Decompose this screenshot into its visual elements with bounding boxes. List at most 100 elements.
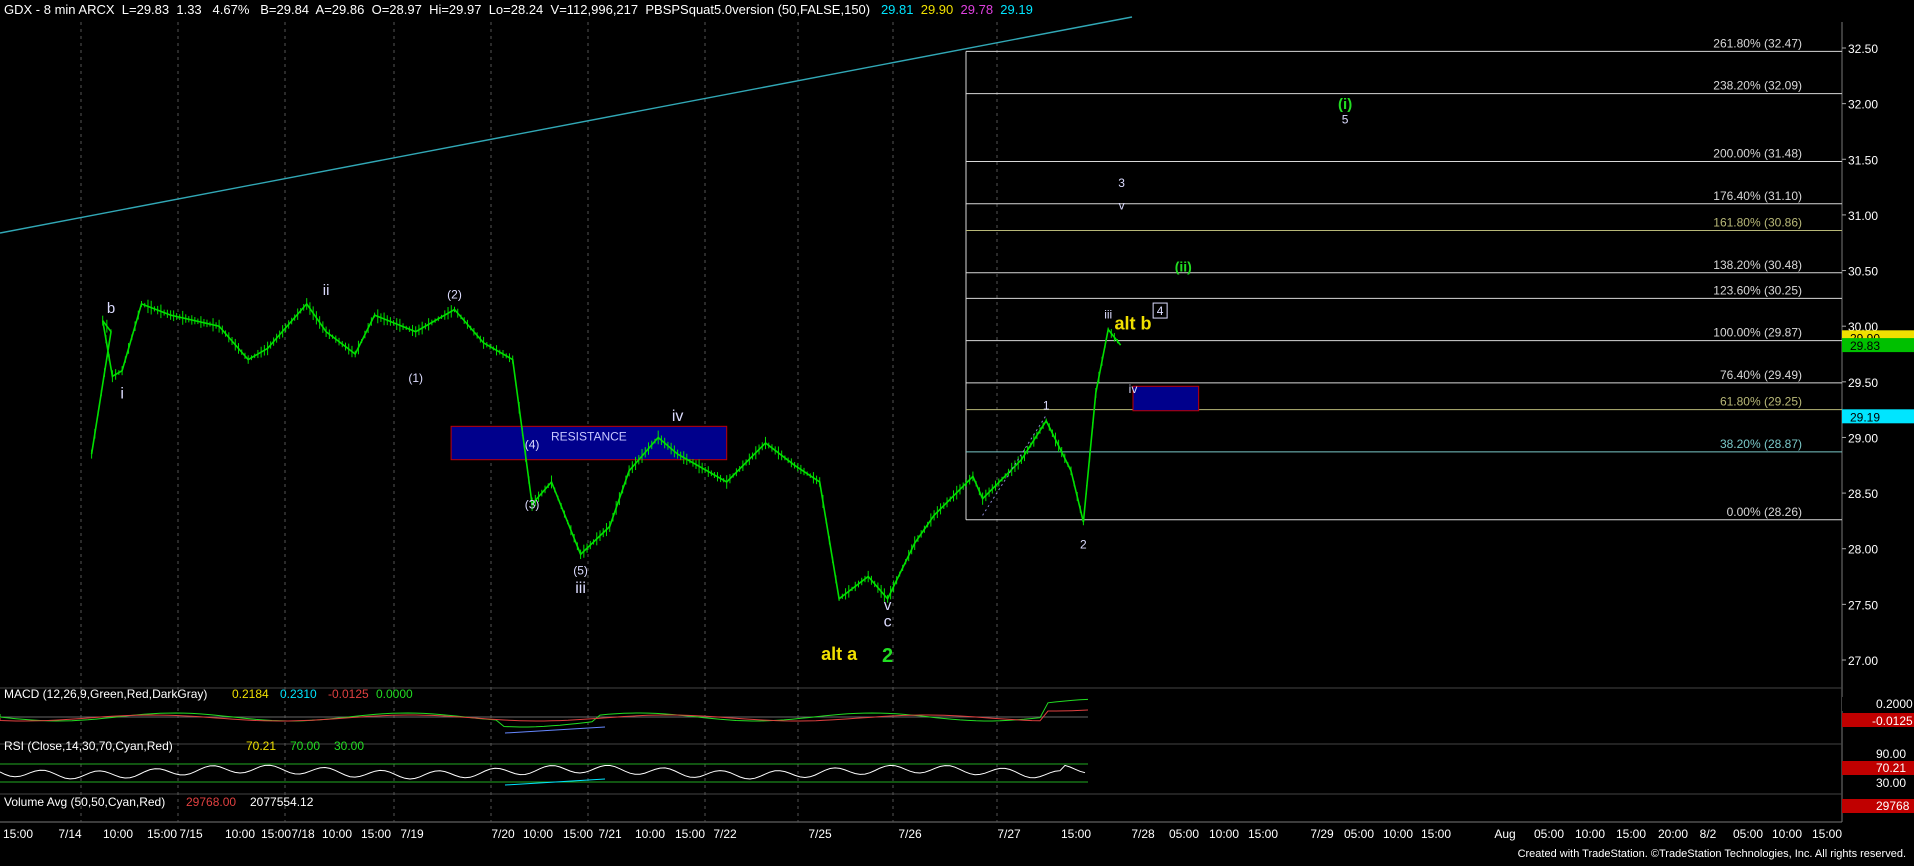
price-tick-label: 31.50 [1848, 153, 1878, 167]
zone-box [1132, 385, 1200, 412]
wave-label: 3 [1118, 176, 1125, 190]
macd-axis-badge-label: -0.0125 [1872, 714, 1913, 728]
time-tick-label: 7/14 [58, 827, 82, 841]
time-tick-label: 7/20 [491, 827, 515, 841]
time-tick-label: 7/27 [997, 827, 1021, 841]
time-tick-label: 05:00 [1733, 827, 1763, 841]
time-tick-label: 7/22 [713, 827, 737, 841]
bid-price: B=29.84 [260, 2, 310, 17]
wave-label: (5) [573, 563, 588, 577]
rsi-panel: RSI (Close,14,30,70,Cyan,Red) 70.21 70.00 3… [0, 739, 1914, 790]
macd-value: 0.0000 [376, 687, 413, 701]
gdx-chart: 261.80% (32.47) 238.20% (32.09) 200.00% (3… [0, 16, 1914, 841]
price-tick-label: 28.50 [1848, 487, 1878, 501]
resistance-label: RESISTANCE [551, 429, 627, 443]
time-tick-label: 7/15 [179, 827, 203, 841]
vertical-gridlines [80, 22, 998, 822]
price-tick-label: 30.50 [1848, 265, 1878, 279]
trendline [0, 16, 1133, 234]
time-tick-label: 15:00 [1812, 827, 1842, 841]
wave-label: iv [672, 408, 684, 425]
panel-frames [0, 22, 1843, 823]
fib-level-label: 238.20% (32.09) [1713, 79, 1802, 93]
rsi-label: RSI (Close,14,30,70,Cyan,Red) [4, 739, 173, 753]
price-tick-label: 31.00 [1848, 209, 1878, 223]
fib-level-label: 38.20% (28.87) [1720, 437, 1802, 451]
wave-label: v [884, 597, 892, 614]
fib-extension-levels: 261.80% (32.47) 238.20% (32.09) 200.00% (3… [965, 36, 1842, 521]
time-tick-label: 7/19 [400, 827, 424, 841]
time-tick-label: 10:00 [635, 827, 665, 841]
macd-divergence-line [504, 726, 606, 734]
indicator-value-2: 29.90 [920, 2, 954, 17]
fib-level-label: 123.60% (30.25) [1713, 283, 1802, 297]
macd-panel: MACD (12,26,9,Green,Red,DarkGray) 0.2184 0… [0, 687, 1914, 734]
wave-label: 5 [1342, 113, 1349, 127]
price-tick-label: 27.00 [1848, 654, 1878, 668]
wave-label: alt b [1114, 314, 1151, 334]
tradestation-credit: Created with TradeStation. ©TradeStation… [1517, 848, 1906, 860]
wave-label: (i) [1338, 96, 1352, 113]
last-price: L=29.83 [121, 2, 170, 17]
time-tick-label: 15:00 [147, 827, 177, 841]
fib-level-label: 138.20% (30.48) [1713, 258, 1802, 272]
time-tick-label: 15:00 [1248, 827, 1278, 841]
wave-label: iv [1129, 382, 1138, 396]
indicator-value-1: 29.81 [880, 2, 914, 17]
wave-labels: biii(1)(2)(3)(4)(5)iiiivalt avc212iii alt… [107, 96, 1352, 667]
wave-label: (4) [525, 438, 540, 452]
time-tick-label: 10:00 [103, 827, 133, 841]
time-tick-label: 15:00 [361, 827, 391, 841]
volume-panel: Volume Avg (50,50,Cyan,Red) 29768.00 20775… [4, 795, 1914, 813]
macd-signal-line [0, 709, 1089, 722]
high-price: Hi=29.97 [429, 2, 482, 17]
macd-value: 0.2310 [280, 687, 317, 701]
wave-label: i [120, 386, 124, 403]
wave-label: (3) [525, 498, 540, 512]
macd-line [0, 698, 1089, 728]
volume-value: V=112,996,217 [550, 2, 639, 17]
time-tick-label: 05:00 [1534, 827, 1564, 841]
net-change: 1.33 [176, 2, 202, 17]
time-tick-label: 7/29 [1310, 827, 1334, 841]
price-tick-label: 32.50 [1848, 42, 1878, 56]
time-tick-label: Aug [1494, 827, 1515, 841]
price-badge-label: 29.19 [1850, 410, 1880, 424]
indicator-label: PBSPSquat5.0version (50,FALSE,150) [645, 2, 871, 17]
price-tick-label: 28.00 [1848, 543, 1878, 557]
time-tick-label: 15:00 [1421, 827, 1451, 841]
time-tick-label: 10:00 [1772, 827, 1802, 841]
time-tick-label: 05:00 [1344, 827, 1374, 841]
zone-boxes: RESISTANCE [450, 385, 1200, 461]
wave-label: (ii) [1175, 259, 1192, 275]
price-tick-label: 29.00 [1848, 431, 1878, 445]
time-tick-label: 05:00 [1169, 827, 1199, 841]
price-tick-label: 32.00 [1848, 98, 1878, 112]
rsi-value: 70.21 [246, 739, 276, 753]
time-tick-label: 10:00 [523, 827, 553, 841]
time-tick-label: 20:00 [1658, 827, 1688, 841]
macd-value: -0.0125 [328, 687, 369, 701]
volume-value: 29768.00 [186, 795, 236, 809]
wave-label: iii [575, 580, 586, 597]
wave-label: 2 [1080, 538, 1087, 552]
subwave-trace [982, 414, 1047, 516]
time-tick-label: 15:00 [261, 827, 291, 841]
time-axis-ticks: 15:00 7/14 10:00 15:00 7/15 10:00 15:00 7/18 10:… [3, 827, 1842, 841]
rsi-value: 70.00 [290, 739, 320, 753]
fib-level-label: 200.00% (31.48) [1713, 146, 1802, 160]
time-tick-label: 10:00 [1209, 827, 1239, 841]
wave-label: 1 [1043, 399, 1050, 413]
rsi-axis-90: 90.00 [1876, 747, 1906, 761]
indicator-value-4: 29.19 [1000, 2, 1033, 17]
time-tick-label: 10:00 [1575, 827, 1605, 841]
time-tick-label: 7/18 [291, 827, 315, 841]
rsi-value: 30.00 [334, 739, 364, 753]
time-tick-label: 10:00 [322, 827, 352, 841]
wave-label: alt a [821, 644, 858, 664]
macd-axis-label: 0.2000 [1876, 697, 1913, 711]
time-tick-label: 10:00 [1383, 827, 1413, 841]
time-tick-label: 7/28 [1131, 827, 1155, 841]
rsi-line [0, 764, 1086, 780]
low-price: Lo=28.24 [488, 2, 544, 17]
